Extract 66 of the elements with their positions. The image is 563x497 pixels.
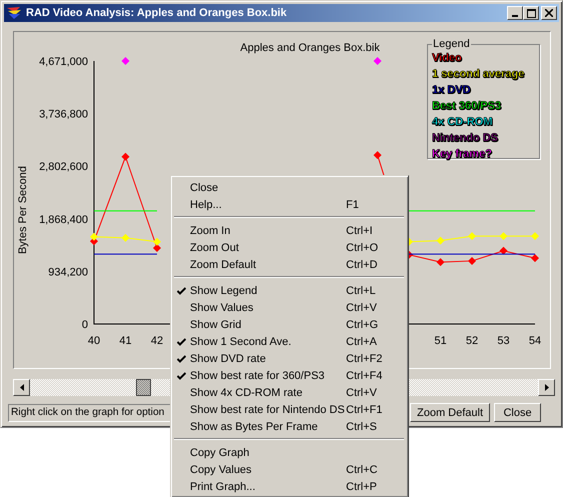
menu-item[interactable]: Zoom In Ctrl+I: [173, 222, 406, 239]
window-title: RAD Video Analysis: Apples and Oranges Box.bik: [26, 7, 288, 19]
menu-item[interactable]: Copy Values Ctrl+C: [173, 461, 406, 478]
tick-label: 2,802,600: [39, 161, 88, 174]
data-point: [531, 232, 539, 240]
tick-label: 4,671,000: [39, 56, 88, 68]
menu-item[interactable]: Copy Graph: [173, 444, 406, 461]
legend-item: 1x DVD: [432, 83, 472, 98]
data-point: [436, 258, 444, 266]
menu-item[interactable]: Zoom Default Ctrl+D: [173, 256, 406, 273]
data-point: [468, 256, 476, 265]
legend-item: 1 second average: [432, 67, 526, 82]
right-arrow-icon: [544, 384, 548, 391]
menu-item[interactable]: Show Legend Ctrl+L: [173, 282, 406, 299]
minimize-button[interactable]: [507, 6, 523, 20]
legend-item: Key frame?: [432, 147, 493, 162]
data-point: [468, 232, 476, 240]
data-point: [122, 234, 130, 242]
menu-item[interactable]: Close: [173, 179, 406, 196]
menu-item[interactable]: Show 4x CD-ROM rate Ctrl+V: [173, 384, 406, 401]
data-point: [122, 152, 130, 161]
menu-item[interactable]: Help... F1: [173, 196, 406, 213]
menu-item[interactable]: Print Graph... Ctrl+P: [173, 478, 406, 495]
legend-title: Legend: [432, 38, 471, 50]
tick-label: 51: [434, 335, 447, 347]
maximize-button[interactable]: [523, 6, 539, 20]
data-point: [374, 151, 382, 160]
tick-label: 52: [466, 335, 478, 347]
tick-label: 3,736,800: [39, 108, 88, 121]
axis-label: Bytes Per Second: [17, 166, 29, 254]
menu-item[interactable]: Show 1 Second Ave. Ctrl+A: [173, 333, 406, 350]
maximize-icon: [526, 8, 536, 18]
menu-item[interactable]: Show best rate for 360/PS3 Ctrl+F4: [173, 367, 406, 384]
dialog-button[interactable]: Zoom Default: [410, 403, 490, 422]
legend-item: Video: [432, 51, 463, 66]
close-button[interactable]: [541, 6, 557, 20]
chart-title: Apples and Oranges Box.bik: [240, 42, 380, 54]
dialog-button[interactable]: Close: [494, 403, 541, 422]
tick-label: 53: [497, 335, 510, 347]
scroll-thumb[interactable]: [136, 379, 151, 396]
tick-label: 1,868,400: [39, 214, 88, 226]
tick-label: 41: [119, 335, 132, 347]
data-point: [500, 246, 508, 255]
left-arrow-icon: [20, 384, 24, 391]
menu-item[interactable]: Show Grid Ctrl+G: [173, 316, 406, 333]
tick-label: 40: [88, 335, 100, 347]
scroll-right-button[interactable]: [538, 379, 555, 396]
app-icon: [6, 6, 22, 20]
tick-label: 0: [82, 319, 88, 331]
scroll-left-button[interactable]: [13, 379, 30, 396]
legend-item: 4x CD-ROM: [432, 115, 494, 130]
data-point: [374, 57, 382, 65]
tick-label: 42: [150, 335, 164, 347]
tick-label: 54: [528, 335, 542, 347]
close-icon: [545, 9, 553, 17]
legend-item: Nintendo DS: [432, 131, 499, 146]
data-point: [500, 232, 508, 240]
check-icon: [176, 286, 186, 294]
data-point: [436, 236, 444, 245]
data-point: [531, 254, 539, 262]
data-point: [122, 57, 130, 65]
menu-item[interactable]: Show Values Ctrl+V: [173, 299, 406, 316]
legend-item: Best 360/PS3: [432, 99, 502, 114]
menu-item[interactable]: Show DVD rate Ctrl+F2: [173, 350, 406, 367]
menu-item[interactable]: Zoom Out Ctrl+O: [173, 239, 406, 256]
tick-label: 934,200: [48, 266, 88, 278]
